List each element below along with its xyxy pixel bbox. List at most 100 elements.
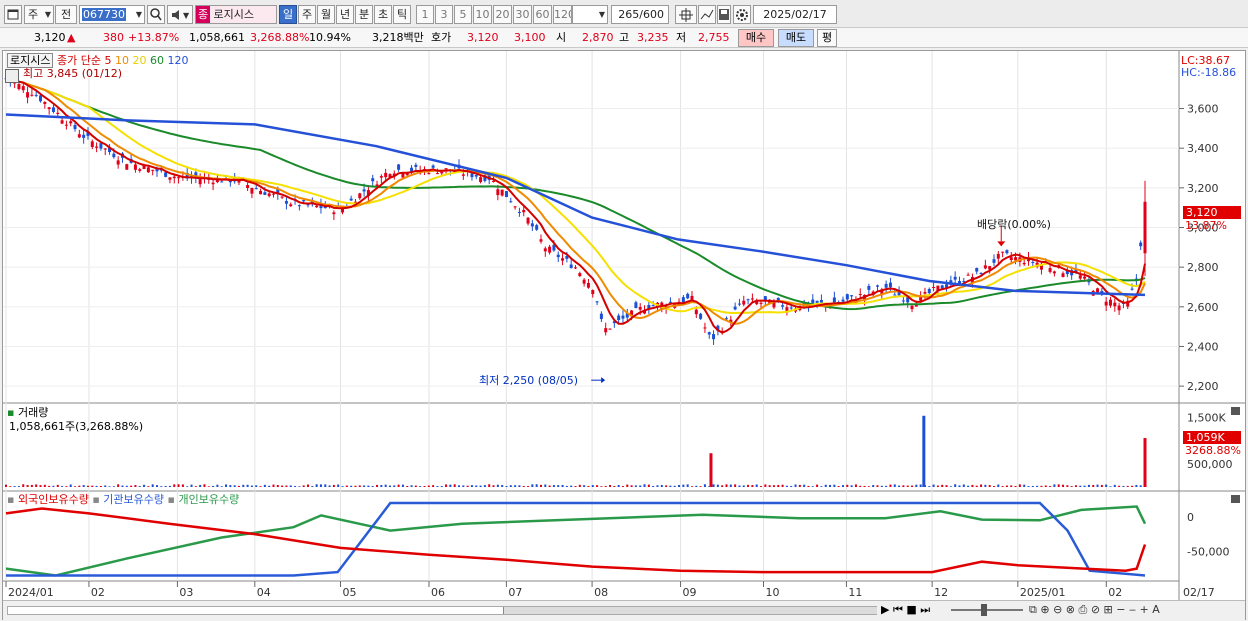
- save-icon[interactable]: [717, 5, 731, 24]
- candle-body: [884, 283, 888, 288]
- candle-body: [26, 92, 30, 98]
- plus-icon[interactable]: +: [1139, 603, 1148, 616]
- candle-body: [146, 167, 150, 173]
- stop-icon[interactable]: ■: [906, 603, 916, 616]
- volume-bar: [652, 486, 655, 487]
- period-tab-5[interactable]: 초: [374, 5, 392, 24]
- interval-tab-5[interactable]: 5: [454, 5, 472, 24]
- volume-bar: [220, 486, 223, 487]
- next-icon[interactable]: ▶: [881, 603, 889, 616]
- candle-body: [297, 205, 301, 207]
- volume-bar: [298, 486, 301, 487]
- period-select[interactable]: 주 ▼: [24, 5, 54, 24]
- link-icon[interactable]: ⊘: [1091, 603, 1100, 616]
- volume-spike-bar: [922, 415, 926, 487]
- rewind-icon[interactable]: ⏮: [893, 603, 903, 616]
- x-tick-label: 2024/01: [8, 586, 54, 599]
- pin-icon[interactable]: ⊗: [1066, 603, 1075, 616]
- fast-forward-icon[interactable]: ⏭: [920, 603, 930, 616]
- layout-icon[interactable]: ⧉: [1029, 603, 1037, 616]
- x-tick-label: 06: [431, 586, 445, 599]
- candle-body: [435, 173, 439, 175]
- prev-button[interactable]: 전: [55, 5, 77, 24]
- volume-bar: [69, 484, 72, 487]
- interval-tab-1[interactable]: 1: [416, 5, 434, 24]
- interval-tab-30[interactable]: 30: [513, 5, 532, 24]
- period-tab-3[interactable]: 년: [336, 5, 354, 24]
- candle-body: [259, 190, 263, 195]
- scrollbar-thumb[interactable]: [503, 607, 877, 614]
- stock-code-input[interactable]: 067730 ▼: [79, 5, 145, 24]
- stock-name-field[interactable]: 종 로지시스: [195, 5, 277, 24]
- interval-tab-10[interactable]: 10: [473, 5, 492, 24]
- legend-stock-name[interactable]: 로지시스: [7, 53, 54, 68]
- horizontal-scrollbar[interactable]: [7, 606, 877, 615]
- volume-bar: [74, 486, 77, 487]
- minus-icon[interactable]: −: [1116, 603, 1125, 616]
- zoom-slider-thumb[interactable]: [981, 604, 987, 616]
- volume-bar: [1135, 484, 1138, 487]
- interval-tab-120[interactable]: 120: [553, 5, 572, 24]
- volume-bar: [690, 486, 693, 487]
- up-arrow-icon: ▲: [67, 31, 76, 44]
- zoom-slider[interactable]: [951, 604, 1023, 616]
- low-annotation: 최저 2,250 (08/05): [479, 374, 579, 387]
- candle-body: [211, 182, 215, 185]
- speaker-icon[interactable]: ▼: [167, 5, 193, 24]
- trend-icon[interactable]: [698, 5, 716, 24]
- crosshair-icon[interactable]: [675, 5, 697, 24]
- interval-tab-20[interactable]: 20: [493, 5, 512, 24]
- interval-tab-60[interactable]: 60: [533, 5, 552, 24]
- zoom-in-icon[interactable]: ⊕: [1040, 603, 1049, 616]
- period-tab-2[interactable]: 월: [317, 5, 335, 24]
- chart-canvas[interactable]: 2024/01 02 03 04 05 06 07 08 09 10 11 12 2025/01 02 02…: [3, 51, 1245, 619]
- volume-bar: [518, 485, 521, 487]
- interval-input[interactable]: ▼: [572, 5, 608, 24]
- candle-body: [271, 193, 275, 195]
- volume-bar: [289, 485, 292, 487]
- volume-bar: [626, 484, 629, 487]
- candle-body: [638, 307, 642, 310]
- volume-bar: [52, 485, 55, 487]
- x-tick-label: 04: [257, 586, 271, 599]
- volume-bar: [600, 486, 603, 487]
- tool-icons: ⧉ ⊕ ⊖ ⊗ ⎙ ⊘ ⊞ − ‒ + A: [1029, 603, 1160, 617]
- candle-body: [901, 300, 905, 302]
- candle-body: [992, 259, 996, 263]
- print-icon[interactable]: ⎙: [1079, 603, 1088, 616]
- candle-body: [617, 315, 621, 321]
- gear-icon[interactable]: [733, 5, 751, 24]
- x-tick-label: 07: [508, 586, 522, 599]
- low-label: 저: [676, 31, 687, 44]
- candle-body: [651, 305, 655, 307]
- calendar-icon[interactable]: [5, 69, 19, 83]
- sell-button[interactable]: 매도: [778, 29, 814, 47]
- volume-bar: [242, 484, 245, 487]
- dash-icon[interactable]: ‒: [1129, 603, 1136, 616]
- buy-button[interactable]: 매수: [738, 29, 774, 47]
- window-menu-icon[interactable]: [4, 5, 22, 24]
- candle-body: [284, 201, 288, 204]
- search-icon[interactable]: [147, 5, 165, 24]
- volume-bar: [643, 484, 646, 487]
- period-tab-6[interactable]: 틱: [393, 5, 411, 24]
- zoom-out-icon[interactable]: ⊖: [1053, 603, 1062, 616]
- eval-button[interactable]: 평: [817, 29, 837, 47]
- font-icon[interactable]: A: [1152, 603, 1160, 616]
- period-tab-0[interactable]: 일: [279, 5, 297, 24]
- volume-bar: [1131, 485, 1134, 487]
- count-input[interactable]: 265/600: [611, 5, 669, 24]
- volume-bar: [725, 484, 728, 487]
- period-tab-4[interactable]: 분: [355, 5, 373, 24]
- x-tick-label: 12: [934, 586, 948, 599]
- date-input[interactable]: 2025/02/17: [753, 5, 837, 24]
- grid-icon[interactable]: ⊞: [1104, 603, 1113, 616]
- period-tab-1[interactable]: 주: [298, 5, 316, 24]
- volume-bar: [276, 484, 279, 487]
- candle-body: [858, 294, 862, 296]
- candle-body: [379, 176, 383, 178]
- chart-area[interactable]: 2024/01 02 03 04 05 06 07 08 09 10 11 12 2025/01 02 02…: [2, 50, 1246, 620]
- volume-bar: [613, 485, 616, 487]
- interval-tab-3[interactable]: 3: [435, 5, 453, 24]
- volume-bar: [483, 485, 486, 487]
